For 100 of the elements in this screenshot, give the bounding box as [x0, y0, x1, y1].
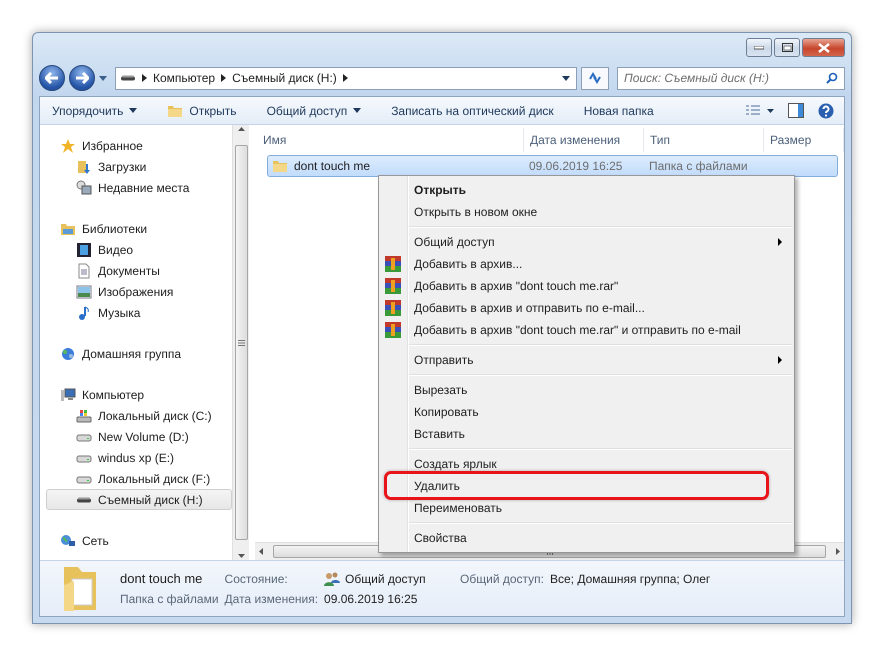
- sidebar-group[interactable]: Избранное: [46, 135, 232, 156]
- menu-item[interactable]: Открыть в новом окне: [381, 201, 792, 223]
- menu-item[interactable]: Вырезать: [381, 379, 792, 401]
- breadcrumb-arrow-icon[interactable]: [342, 74, 348, 82]
- detail-value: Все; Домашняя группа; Олег: [550, 572, 710, 586]
- breadcrumb-arrow-icon[interactable]: [142, 74, 147, 82]
- menu-item[interactable]: Добавить в архив "dont touch me.rar": [381, 275, 792, 297]
- toolbar-button[interactable]: Открыть: [167, 102, 237, 118]
- sidebar-item[interactable]: Загрузки: [46, 156, 232, 177]
- breadcrumb-arrow-icon[interactable]: [221, 74, 226, 82]
- detail-value: Общий доступ: [324, 572, 454, 586]
- forward-button[interactable]: [69, 65, 95, 91]
- sidebar-item[interactable]: Музыка: [46, 302, 232, 323]
- toolbar-button[interactable]: Упорядочить: [52, 104, 138, 118]
- forward-arrow-icon: [75, 72, 89, 84]
- back-arrow-icon: [45, 72, 59, 84]
- detail-label: Дата изменения:: [224, 592, 318, 606]
- submenu-arrow-icon: [778, 356, 782, 364]
- sidebar-item[interactable]: Документы: [46, 260, 232, 281]
- users-icon: [324, 572, 340, 586]
- column-header[interactable]: Имя: [257, 128, 524, 152]
- menu-item[interactable]: Удалить: [381, 475, 792, 497]
- address-bar[interactable]: Компьютер Съемный диск (H:): [115, 66, 577, 90]
- computer-icon: [60, 386, 76, 402]
- search-icon[interactable]: [826, 72, 838, 84]
- archive-icon: [385, 322, 401, 338]
- scroll-right-icon[interactable]: [836, 548, 840, 555]
- sidebar-item[interactable]: Видео: [46, 239, 232, 260]
- breadcrumb[interactable]: Компьютер: [153, 71, 216, 85]
- maximize-button[interactable]: [774, 38, 800, 57]
- refresh-icon: [588, 72, 602, 84]
- sidebar-group[interactable]: Компьютер: [46, 384, 232, 405]
- menu-item[interactable]: Вставить: [381, 423, 792, 445]
- archive-icon: [385, 256, 401, 272]
- music-note-icon: [76, 304, 92, 320]
- network-icon: [60, 532, 76, 548]
- menu-item[interactable]: Копировать: [381, 401, 792, 423]
- minimize-button[interactable]: [746, 38, 772, 57]
- system-drive-icon: [76, 408, 92, 424]
- star-icon: [60, 138, 76, 154]
- download-folder-icon: [76, 158, 92, 174]
- archive-icon: [385, 300, 401, 316]
- caret-icon: [129, 108, 138, 113]
- removable-drive-icon: [76, 496, 92, 502]
- column-header[interactable]: Тип: [644, 128, 764, 152]
- image-icon: [76, 284, 92, 300]
- sidebar-item[interactable]: Недавние места: [46, 177, 232, 198]
- film-icon: [76, 242, 92, 258]
- sidebar-item[interactable]: Локальный диск (C:): [46, 405, 232, 426]
- sidebar-group[interactable]: Библиотеки: [46, 218, 232, 239]
- menu-item[interactable]: Добавить в архив и отправить по e-mail...: [381, 297, 792, 319]
- close-button[interactable]: [802, 38, 845, 57]
- grip-icon: [238, 340, 244, 346]
- menu-item[interactable]: Открыть: [381, 179, 792, 201]
- history-dropdown-icon[interactable]: [99, 76, 107, 80]
- menu-item[interactable]: Отправить: [381, 349, 792, 371]
- preview-pane-icon[interactable]: [788, 103, 804, 118]
- column-header[interactable]: Размер: [764, 128, 844, 152]
- recent-places-icon: [76, 180, 92, 196]
- close-icon: [818, 42, 830, 52]
- scroll-up-icon[interactable]: [238, 127, 244, 131]
- toolbar-button[interactable]: Общий доступ: [266, 104, 362, 118]
- detail-label: Состояние:: [224, 572, 289, 586]
- menu-item[interactable]: Общий доступ: [381, 231, 792, 253]
- minimize-icon: [754, 46, 764, 50]
- removable-drive-icon: [120, 75, 136, 81]
- menu-item[interactable]: Свойства: [381, 527, 792, 549]
- view-options-icon[interactable]: [746, 104, 774, 116]
- help-icon[interactable]: [818, 102, 834, 118]
- toolbar-button[interactable]: Новая папка: [584, 104, 654, 118]
- menu-item[interactable]: Добавить в архив...: [381, 253, 792, 275]
- detail-label: Общий доступ:: [460, 572, 544, 586]
- caret-icon: [353, 108, 362, 113]
- scroll-down-icon[interactable]: [238, 554, 244, 558]
- vertical-scrollbar[interactable]: [232, 125, 249, 560]
- refresh-button[interactable]: [581, 66, 609, 90]
- sidebar-item[interactable]: Изображения: [46, 281, 232, 302]
- column-header[interactable]: Дата изменения: [524, 128, 644, 152]
- sidebar-item[interactable]: windus xp (E:): [46, 447, 232, 468]
- toolbar-button[interactable]: Записать на оптический диск: [391, 104, 554, 118]
- archive-icon: [385, 278, 401, 294]
- sidebar-item[interactable]: Съемный диск (H:): [46, 489, 232, 510]
- file-name: dont touch me: [120, 571, 204, 586]
- sidebar-item[interactable]: New Volume (D:): [46, 426, 232, 447]
- address-dropdown-icon[interactable]: [562, 76, 570, 80]
- maximize-icon: [782, 43, 792, 52]
- search-field[interactable]: Поиск: Съемный диск (H:): [617, 66, 845, 90]
- menu-item[interactable]: Переименовать: [381, 497, 792, 519]
- document-icon: [76, 262, 92, 278]
- sidebar-group[interactable]: Сеть: [46, 530, 232, 551]
- back-button[interactable]: [39, 65, 65, 91]
- menu-item[interactable]: Создать ярлык: [381, 453, 792, 475]
- homegroup-icon: [60, 346, 76, 362]
- file-row[interactable]: dont touch me 09.06.2019 16:25 Папка с файлами: [267, 155, 838, 177]
- detail-value: 09.06.2019 16:25: [324, 592, 418, 606]
- sidebar-group[interactable]: Домашняя группа: [46, 343, 232, 364]
- menu-item[interactable]: Добавить в архив "dont touch me.rar" и отправить по e-mail: [381, 319, 792, 341]
- sidebar-item[interactable]: Локальный диск (F:): [46, 468, 232, 489]
- breadcrumb[interactable]: Съемный диск (H:): [232, 71, 337, 85]
- scroll-left-icon[interactable]: [259, 548, 263, 555]
